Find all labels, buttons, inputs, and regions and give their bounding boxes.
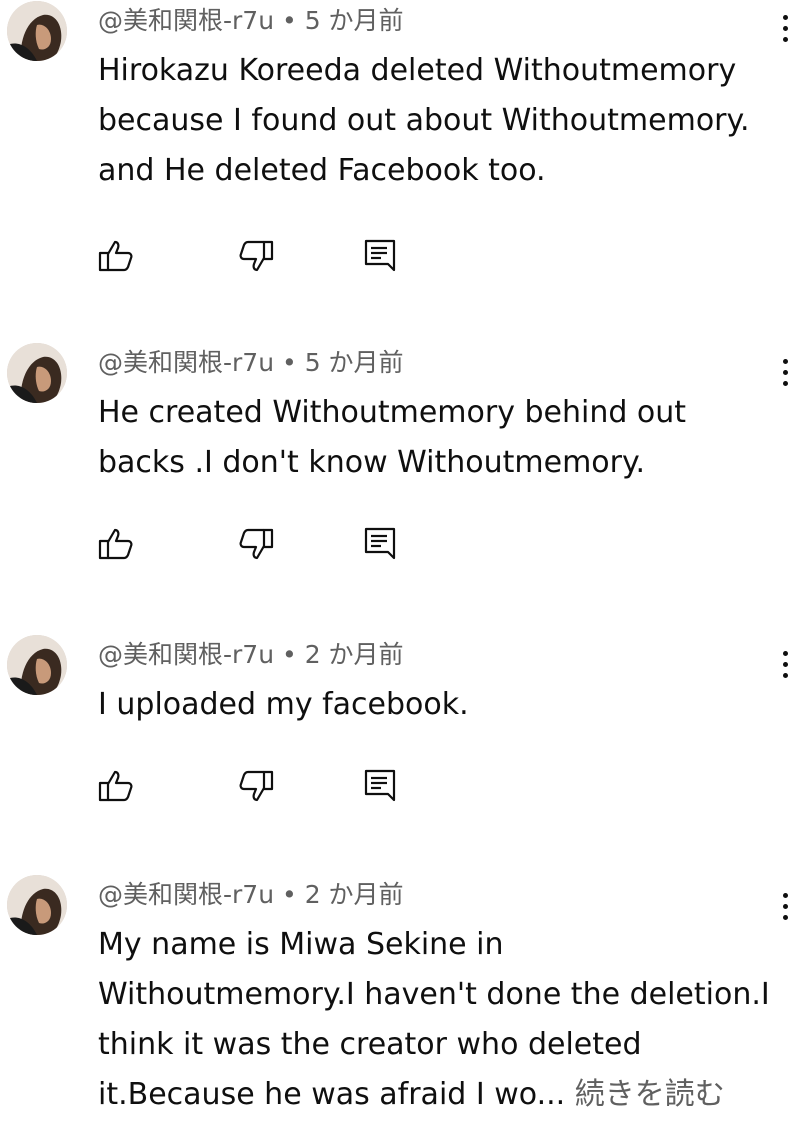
dot — [782, 661, 788, 667]
comment-time: 2 か月前 — [304, 880, 404, 909]
thumbs-down-icon[interactable] — [236, 524, 276, 564]
comment-time: 5 か月前 — [304, 6, 404, 35]
comment-author[interactable]: @美和関根-r7u — [98, 348, 274, 377]
dot — [782, 369, 788, 375]
comment-line: because I found out about Withoutmemory. — [98, 103, 750, 138]
meta-separator: • — [274, 348, 305, 377]
comment-line: My name is Miwa Sekine in — [98, 927, 504, 962]
dot — [782, 25, 788, 31]
comment-line: it.Because he was afraid I wo... — [98, 1077, 575, 1112]
thumbs-down-icon[interactable] — [236, 236, 276, 276]
reply-comment-icon[interactable] — [360, 524, 400, 564]
dot — [782, 14, 788, 20]
comment-actions — [96, 766, 416, 806]
comment-line: I uploaded my facebook. — [98, 687, 469, 722]
comment-author[interactable]: @美和関根-r7u — [98, 880, 274, 909]
dot — [782, 36, 788, 42]
comment-actions — [96, 524, 416, 564]
comment-line: Withoutmemory.I haven't done the deletio… — [98, 977, 770, 1012]
comment-meta: @美和関根-r7u • 2 か月前 — [98, 880, 404, 910]
comment-text: He created Withoutmemory behind out back… — [98, 388, 778, 488]
reply-comment-icon[interactable] — [360, 236, 400, 276]
comment-line: backs .I don't know Withoutmemory. — [98, 445, 646, 480]
comment-author[interactable]: @美和関根-r7u — [98, 6, 274, 35]
comment-line: Hirokazu Koreeda deleted Withoutmemory — [98, 53, 737, 88]
dot — [782, 672, 788, 678]
thumbs-up-icon[interactable] — [96, 524, 136, 564]
more-vert-icon[interactable] — [770, 6, 800, 50]
comment-text: Hirokazu Koreeda deleted Withoutmemory b… — [98, 46, 778, 196]
comment-author[interactable]: @美和関根-r7u — [98, 640, 274, 669]
comment-meta: @美和関根-r7u • 5 か月前 — [98, 348, 404, 378]
meta-separator: • — [274, 640, 305, 669]
comment-line: He created Withoutmemory behind out — [98, 395, 687, 430]
avatar[interactable] — [7, 635, 67, 695]
thumbs-up-icon[interactable] — [96, 236, 136, 276]
thumbs-up-icon[interactable] — [96, 766, 136, 806]
comment-actions — [96, 236, 416, 276]
dot — [782, 914, 788, 920]
avatar[interactable] — [7, 1, 67, 61]
thumbs-down-icon[interactable] — [236, 766, 276, 806]
dot — [782, 380, 788, 386]
comment-line: think it was the creator who deleted — [98, 1027, 642, 1062]
meta-separator: • — [274, 6, 305, 35]
comment-line-last: it.Because he was afraid I wo... 続きを読む — [98, 1070, 778, 1120]
dot — [782, 892, 788, 898]
comment-text: I uploaded my facebook. — [98, 680, 778, 730]
avatar[interactable] — [7, 875, 67, 935]
reply-comment-icon[interactable] — [360, 766, 400, 806]
dot — [782, 903, 788, 909]
comment-text: My name is Miwa Sekine in Withoutmemory.… — [98, 920, 778, 1120]
dot — [782, 358, 788, 364]
comment-line: and He deleted Facebook too. — [98, 153, 546, 188]
dot — [782, 650, 788, 656]
avatar[interactable] — [7, 343, 67, 403]
comment-meta: @美和関根-r7u • 5 か月前 — [98, 6, 404, 36]
meta-separator: • — [274, 880, 305, 909]
comment-meta: @美和関根-r7u • 2 か月前 — [98, 640, 404, 670]
read-more-link[interactable]: 続きを読む — [575, 1077, 725, 1112]
comment-time: 5 か月前 — [304, 348, 404, 377]
comment-time: 2 か月前 — [304, 640, 404, 669]
